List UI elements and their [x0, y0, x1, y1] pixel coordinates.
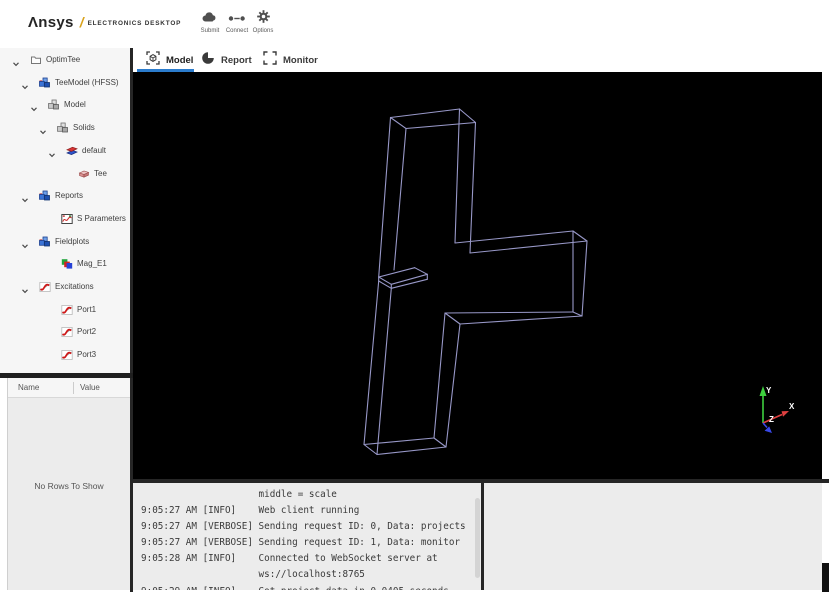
column-header-name[interactable]: Name	[18, 383, 39, 392]
properties-grid-header: Name Value	[8, 378, 130, 398]
tree-item-optimtee[interactable]: OptimTee	[0, 48, 130, 70]
tree-item-tee[interactable]: Tee	[0, 162, 130, 184]
bottom-right-panel	[484, 483, 822, 590]
gear-icon	[256, 10, 270, 28]
report-icon	[201, 51, 215, 70]
ansys-logo: Λnsys / ELECTRONICS DESKTOP	[28, 14, 181, 34]
fieldplot-icon	[61, 257, 73, 269]
tree-item-port2[interactable]: Port2	[0, 320, 130, 342]
excitation-wave-icon	[39, 280, 51, 292]
tree-item-teemodel-hfss-[interactable]: TeeModel (HFSS)	[0, 71, 130, 93]
console-scrollbar-thumb[interactable]	[475, 498, 480, 578]
tree-item-label: Fieldplots	[55, 236, 90, 246]
tree-item-solids[interactable]: Solids	[0, 116, 130, 138]
svg-text:X: X	[789, 402, 795, 411]
tree-item-port3[interactable]: Port3	[0, 343, 130, 365]
excitation-wave-icon	[61, 325, 73, 338]
column-header-value[interactable]: Value	[80, 383, 100, 392]
action-label: Connect	[225, 28, 249, 34]
project-tree: OptimTee TeeModel (HFSS) Model Solids defaul…	[0, 48, 130, 373]
excitation-wave-icon	[61, 303, 73, 315]
logo-product-name: ELECTRONICS DESKTOP	[87, 20, 182, 27]
tree-item-label: Excitations	[55, 282, 94, 291]
tree-item-label: default	[82, 145, 107, 155]
logo-brand: Λnsys	[28, 14, 74, 31]
chevron-down-icon[interactable]	[12, 55, 20, 67]
tree-item-reports[interactable]: Reports	[0, 184, 130, 206]
tree-item-label: S Parameters	[77, 213, 126, 223]
sparam-chart-icon	[61, 212, 73, 224]
column-separator[interactable]	[73, 382, 74, 394]
tree-item-label: Port3	[77, 350, 97, 360]
folder-icon	[30, 53, 42, 65]
tree-item-label: Model	[64, 100, 86, 110]
tab-report[interactable]: Report	[201, 51, 252, 69]
tree-item-label: OptimTee	[46, 55, 81, 64]
tree-item-port1[interactable]: Port1	[0, 298, 130, 320]
tree-item-default[interactable]: default	[0, 139, 130, 161]
tree-item-label: Mag_E1	[77, 259, 107, 269]
connect-button[interactable]: Connect	[224, 12, 250, 34]
empty-grid-message: No Rows To Show	[34, 481, 104, 491]
view-tabbar: Model Report Monitor	[133, 48, 822, 72]
tree-item-label: TeeModel (HFSS)	[55, 77, 119, 87]
tree-item-label: Reports	[55, 191, 84, 201]
chevron-down-icon[interactable]	[48, 146, 56, 158]
chevron-down-icon[interactable]	[30, 100, 38, 112]
brick-icon	[78, 167, 90, 179]
tree-item-fieldplots[interactable]: Fieldplots	[0, 230, 130, 252]
app-header: Λnsys / ELECTRONICS DESKTOP Submit Connect O…	[0, 0, 829, 48]
svg-text:Y: Y	[766, 386, 772, 395]
chevron-down-icon[interactable]	[21, 191, 29, 203]
tab-label: Monitor	[283, 54, 318, 66]
hfss-icon	[39, 76, 51, 88]
logo-slash: /	[79, 14, 84, 30]
tree-item-mag-e1[interactable]: Mag_E1	[0, 252, 130, 274]
hfss-icon	[39, 189, 51, 201]
action-label: Submit	[200, 28, 220, 34]
axis-triad: Y X Z	[759, 386, 795, 433]
tree-item-label: Tee	[94, 168, 107, 178]
excitation-wave-icon	[61, 348, 73, 360]
model-viewport-3d[interactable]: Y X Z	[133, 72, 822, 480]
tree-item-excitations[interactable]: Excitations	[0, 275, 130, 297]
message-console: middle = scale 9:05:27 AM [INFO] Web cli…	[133, 483, 481, 590]
solids-icon	[57, 121, 69, 133]
tree-item-label: Port1	[77, 304, 97, 314]
wireframe-scene: Y X Z	[363, 108, 795, 456]
material-icon	[66, 144, 78, 156]
hfss-icon	[39, 235, 51, 247]
properties-grid: Name Value No Rows To Show	[7, 378, 130, 590]
cloud-icon	[201, 10, 219, 28]
tree-item-model[interactable]: Model	[0, 93, 130, 115]
window-corner	[822, 563, 829, 592]
chevron-down-icon[interactable]	[21, 237, 29, 248]
tab-label: Model	[166, 54, 194, 66]
tree-item-label: Solids	[73, 123, 95, 133]
action-label: Options	[252, 28, 274, 34]
tab-label: Report	[221, 54, 252, 66]
solids-icon	[48, 98, 60, 110]
tab-model[interactable]: Model	[146, 50, 194, 70]
chevron-down-icon[interactable]	[39, 123, 47, 135]
chevron-down-icon[interactable]	[21, 78, 29, 89]
tree-item-s-parameters[interactable]: S Parameters	[0, 207, 130, 229]
options-button[interactable]: Options	[250, 10, 276, 34]
tree-item-label: Port2	[77, 327, 97, 337]
console-log-text: middle = scale 9:05:27 AM [INFO] Web cli…	[141, 489, 466, 590]
chevron-down-icon[interactable]	[21, 282, 29, 294]
tab-monitor[interactable]: Monitor	[263, 50, 318, 70]
connect-icon	[228, 10, 246, 28]
svg-text:Z: Z	[769, 415, 774, 424]
tree-item-partial[interactable]	[0, 366, 130, 373]
submit-button[interactable]: Submit	[197, 12, 223, 34]
monitor-icon	[263, 50, 277, 70]
model-icon	[146, 50, 160, 70]
